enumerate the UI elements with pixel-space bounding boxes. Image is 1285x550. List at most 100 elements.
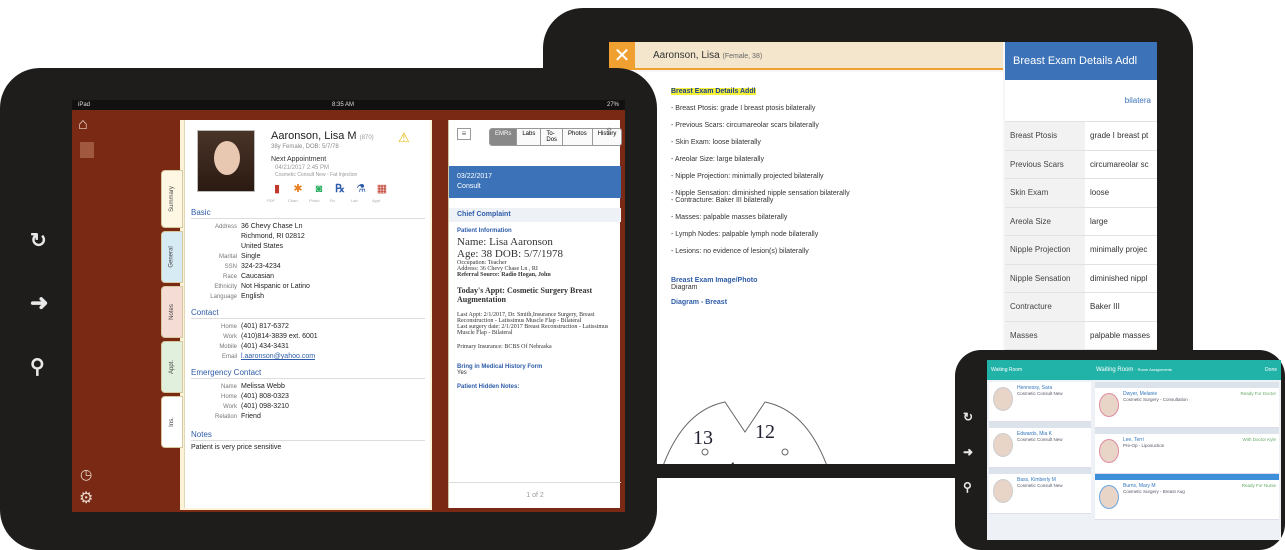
row-key: Nipple Projection [1005,236,1085,264]
segment-labs[interactable]: Labs [517,129,542,145]
detail-row: Richmond, RI 02812 [241,233,305,240]
home-icon[interactable]: ⌂ [78,116,88,134]
chief-complaint-header: Chief Complaint [449,208,621,222]
primary-insurance: Primary Insurance: BCBS Of Nebraska [457,344,552,350]
back-link[interactable]: Waiting Room [991,360,1022,380]
next-appt-label: Next Appointment [271,156,327,163]
refresh-icon[interactable]: ↻ [963,410,973,424]
note-heading: Breast Exam Details Addl [671,88,756,95]
segment-photos[interactable]: Photos [563,129,593,145]
status-badge: With Doctor Kyle [1242,437,1276,442]
tab-appt[interactable]: Appt. [161,341,183,393]
close-icon[interactable]: ✕ [609,42,635,70]
row-value: circumareolar sc [1090,159,1149,169]
row-value: palpable masses [1090,330,1151,340]
phone-device: ↻ ➜ ⚲ Waiting Room Waiting Room · Room A… [955,350,1285,550]
row-key: Nipple Sensation [1005,264,1085,293]
gear-icon[interactable]: ⚙ [79,488,93,508]
detail-row[interactable]: Home (401) 817-6372 [185,322,425,332]
run-icon[interactable]: ✱ [292,182,304,196]
patient-meta: (Female, 38) [722,53,763,60]
pdf-icon[interactable]: ▮ [271,182,283,196]
panel-column-header: bilatera [1005,80,1157,122]
patient-name: Aaronson, Lisa [653,50,720,61]
patient-name: Aaronson, Lisa M (870) [271,130,374,142]
panel-row[interactable]: Areola Size large [1005,207,1157,236]
list-item[interactable]: Burns, Mary M Cosmetic Surgery - Breast A… [1095,480,1279,520]
panel-row[interactable]: Masses palpable masses [1005,321,1157,350]
email-row[interactable]: Email l.aaronson@yahoo.com [185,352,425,362]
segment-todos[interactable]: To-Dos [541,129,564,145]
waiting-room-screen: Waiting Room Waiting Room · Room Assignm… [987,360,1281,540]
history-icon[interactable]: ◷ [80,466,92,483]
panel-title: Breast Exam Details Addl [1005,42,1157,80]
list-item[interactable]: Dwyer, Melanie Cosmetic Surgery - Consult… [1095,388,1279,428]
clock: 8:35 AM [332,102,355,108]
visit-date: 03/22/2017 [457,173,493,180]
list-item[interactable]: Hennessy, Sara Cosmetic Consult New [989,382,1091,422]
panel-row[interactable]: Nipple Projection minimally projec [1005,236,1157,265]
battery: 27% [606,102,619,108]
row-value: minimally projec [1090,245,1148,254]
breast-diagram: 13 12 4 3 7 [663,401,827,464]
note-line: - Breast Ptosis: grade I breast ptosis b… [671,105,816,112]
section-notes: Notes [191,430,425,441]
done-button[interactable]: Done [1265,360,1277,380]
forward-arrow-icon[interactable]: ➜ [963,445,973,459]
info-name: Name: Lisa Aaronson [457,236,553,248]
note-line: - Contracture: Baker III bilaterally [671,197,774,204]
note-line: - Nipple Projection: minimally projected… [671,173,824,180]
panel-row[interactable]: Previous Scars circumareolar sc [1005,150,1157,179]
image-heading: Breast Exam Image/Photo [671,277,758,284]
list-item[interactable]: Lee, Terri Pre-Op - Liposuction With Docto… [1095,434,1279,474]
panel-row[interactable]: Nipple Sensation diminished nippl [1005,264,1157,293]
status-badge: Ready For Nurse [1241,483,1276,488]
row-key: Areola Size [1005,207,1085,236]
warning-icon[interactable]: ⚠ [398,130,410,146]
list-item[interactable]: Bass, Kimberly M Cosmetic Consult New [989,474,1091,514]
refresh-icon[interactable]: ↻ [30,228,47,253]
row-value: Baker III [1090,302,1120,311]
list-icon[interactable]: ≡ [457,128,471,140]
emr-panel: ≡ EMRs Labs To-Dos Photos History ⇪ 03/2… [448,120,623,508]
search-icon[interactable]: ⚲ [30,354,45,379]
info-referral: Referral Source: Radio Hogan, John [457,272,551,278]
status-bar: iPad 8:35 AM 27% [72,100,625,110]
tab-ins[interactable]: Ins. [161,396,183,448]
exam-note: Breast Exam Details Addl - Breast Ptosis… [635,72,1003,464]
search-icon[interactable]: ⚲ [963,480,972,494]
row-key: Contracture [1005,293,1085,321]
detail-row[interactable]: Work (410)814-3839 ext. 6001 [185,332,425,342]
tab-notes[interactable]: Notes [161,286,183,338]
prescription-icon[interactable]: ℞ [334,182,346,196]
camera-icon[interactable]: ◙ [313,182,325,196]
detail-row: Ethnicity Not Hispanic or Latino [214,283,310,290]
email-link: l.aaronson@yahoo.com [241,353,316,360]
waiting-list: Hennessy, Sara Cosmetic Consult New Edwar… [989,382,1091,514]
next-appt-type: Cosmetic Consult New - Fat Injection [275,172,358,178]
lab-flask-icon[interactable]: ⚗ [355,182,367,196]
diagram-number: 12 [755,421,775,443]
panel-row[interactable]: Breast Ptosis grade I breast pt [1005,122,1157,151]
note-line: - Nipple Sensation: diminished nipple se… [671,190,850,197]
tab-summary[interactable]: Summary [161,170,183,228]
diagram-number: 13 [693,427,713,449]
tab-general[interactable]: General [161,231,183,283]
visit-header[interactable]: 03/22/2017 Consult [449,166,621,198]
segment-emrs[interactable]: EMRs [490,129,518,145]
panel-row[interactable]: Skin Exam loose [1005,179,1157,208]
patient-summary-card: Aaronson, Lisa M (870) ⚠ 38y Female, DOB… [184,120,430,508]
carrier: iPad [78,102,91,108]
emr-segment-control: EMRs Labs To-Dos Photos History [489,128,623,146]
forward-arrow-icon[interactable]: ➜ [30,290,48,316]
share-icon[interactable]: ⇪ [605,127,613,138]
note-line: - Lesions: no evidence of lesion(s) bila… [671,248,809,255]
chart-icon[interactable] [80,142,94,158]
row-value: diminished nippl [1090,273,1148,283]
calendar-icon[interactable]: ▦ [376,182,388,196]
panel-row[interactable]: Contracture Baker III [1005,293,1157,322]
list-item[interactable]: Edwards, Mia K Cosmetic Consult New [989,428,1091,468]
detail-row[interactable]: Mobile (401) 434-3431 [185,342,425,352]
phone-header: Waiting Room Waiting Room · Room Assignm… [987,360,1281,380]
hidden-notes-label: Patient Hidden Notes: [457,384,520,390]
